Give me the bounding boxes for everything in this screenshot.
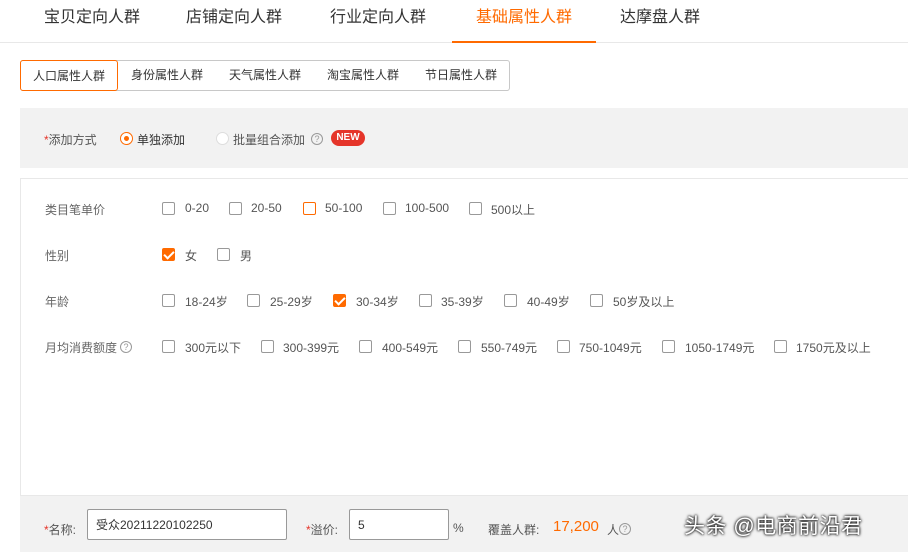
checkbox-age-18-24[interactable] <box>162 294 175 307</box>
spend-help-icon[interactable]: ? <box>120 341 132 353</box>
checkbox-age-25-29[interactable] <box>247 294 260 307</box>
checkbox-label[interactable]: 20-50 <box>251 201 282 215</box>
checkbox-price-500-plus[interactable] <box>469 202 482 215</box>
price-label: 类目笔单价 <box>45 203 106 217</box>
sub-tab-bar: 人口属性人群 身份属性人群 天气属性人群 淘宝属性人群 节日属性人群 <box>20 60 510 91</box>
checkbox-label[interactable]: 0-20 <box>185 201 209 215</box>
checkbox-gender-male[interactable] <box>217 248 230 261</box>
premium-label: *溢价: <box>306 523 339 537</box>
spend-label: 月均消费额度 <box>45 341 118 355</box>
new-badge: NEW <box>331 130 365 146</box>
checkbox-label[interactable]: 1750元及以上 <box>796 339 871 356</box>
premium-input[interactable] <box>349 509 449 540</box>
checkbox-price-0-20[interactable] <box>162 202 175 215</box>
radio-single-add[interactable] <box>120 132 133 145</box>
top-tab-bar: 宝贝定向人群 店铺定向人群 行业定向人群 基础属性人群 达摩盘人群 <box>0 0 908 43</box>
checkbox-age-50-plus[interactable] <box>590 294 603 307</box>
subtab-population[interactable]: 人口属性人群 <box>20 60 118 91</box>
age-label: 年龄 <box>45 295 70 309</box>
checkbox-label[interactable]: 50岁及以上 <box>613 293 674 310</box>
coverage-help-icon[interactable]: ? <box>619 523 631 535</box>
radio-batch-add-label[interactable]: 批量组合添加 <box>233 131 305 148</box>
subtab-taobao[interactable]: 淘宝属性人群 <box>314 60 412 91</box>
checkbox-spend-550-749[interactable] <box>458 340 471 353</box>
checkbox-spend-300-399[interactable] <box>261 340 274 353</box>
checkbox-age-40-49[interactable] <box>504 294 517 307</box>
checkbox-label[interactable]: 25-29岁 <box>270 293 313 310</box>
checkbox-spend-under-300[interactable] <box>162 340 175 353</box>
gender-label: 性别 <box>45 249 70 263</box>
checkbox-label[interactable]: 女 <box>185 247 197 264</box>
checkbox-price-100-500[interactable] <box>383 202 396 215</box>
checkbox-label[interactable]: 30-34岁 <box>356 293 399 310</box>
checkbox-label[interactable]: 400-549元 <box>382 339 438 356</box>
subtab-identity[interactable]: 身份属性人群 <box>118 60 216 91</box>
name-label: *名称: <box>44 523 77 537</box>
tab-industry-targeting[interactable]: 行业定向人群 <box>316 0 440 43</box>
checkbox-age-35-39[interactable] <box>419 294 432 307</box>
checkbox-price-20-50[interactable] <box>229 202 242 215</box>
checkbox-gender-female[interactable] <box>162 248 175 261</box>
checkbox-label[interactable]: 300元以下 <box>185 339 241 356</box>
checkbox-label[interactable]: 50-100 <box>325 201 362 215</box>
add-method-label: *添加方式 <box>44 133 97 147</box>
checkbox-spend-400-549[interactable] <box>359 340 372 353</box>
checkbox-spend-1750-plus[interactable] <box>774 340 787 353</box>
checkbox-label[interactable]: 男 <box>240 247 252 264</box>
radio-single-add-label[interactable]: 单独添加 <box>137 131 185 148</box>
help-icon[interactable]: ? <box>311 133 323 145</box>
watermark: 头条 @电商前沿君 <box>684 515 863 538</box>
checkbox-label[interactable]: 35-39岁 <box>441 293 484 310</box>
checkbox-label[interactable]: 300-399元 <box>283 339 339 356</box>
checkbox-spend-1050-1749[interactable] <box>662 340 675 353</box>
subtab-holiday[interactable]: 节日属性人群 <box>412 60 510 91</box>
subtab-weather[interactable]: 天气属性人群 <box>216 60 314 91</box>
coverage-label: 覆盖人群: <box>488 523 540 537</box>
checkbox-label[interactable]: 1050-1749元 <box>685 339 754 356</box>
checkbox-label[interactable]: 550-749元 <box>481 339 537 356</box>
checkbox-spend-750-1049[interactable] <box>557 340 570 353</box>
coverage-value: 17,200 <box>553 518 599 535</box>
checkbox-price-50-100[interactable] <box>303 202 316 215</box>
checkbox-label[interactable]: 100-500 <box>405 201 449 215</box>
coverage-unit: 人 <box>607 523 620 537</box>
name-input[interactable] <box>87 509 287 540</box>
radio-batch-add[interactable] <box>216 132 229 145</box>
tab-basic-attributes[interactable]: 基础属性人群 <box>452 0 596 43</box>
checkbox-label[interactable]: 40-49岁 <box>527 293 570 310</box>
premium-unit: % <box>453 521 464 535</box>
checkbox-label[interactable]: 18-24岁 <box>185 293 228 310</box>
attribute-panel: 类目笔单价 0-20 20-50 50-100 100-500 500以上 性别… <box>20 178 908 496</box>
checkbox-label[interactable]: 500以上 <box>491 201 535 218</box>
tab-damopan[interactable]: 达摩盘人群 <box>604 0 716 43</box>
tab-item-targeting[interactable]: 宝贝定向人群 <box>30 0 154 43</box>
checkbox-age-30-34[interactable] <box>333 294 346 307</box>
checkbox-label[interactable]: 750-1049元 <box>579 339 642 356</box>
add-method-bar: *添加方式 单独添加 批量组合添加 ? NEW <box>20 108 908 168</box>
tab-store-targeting[interactable]: 店铺定向人群 <box>172 0 296 43</box>
